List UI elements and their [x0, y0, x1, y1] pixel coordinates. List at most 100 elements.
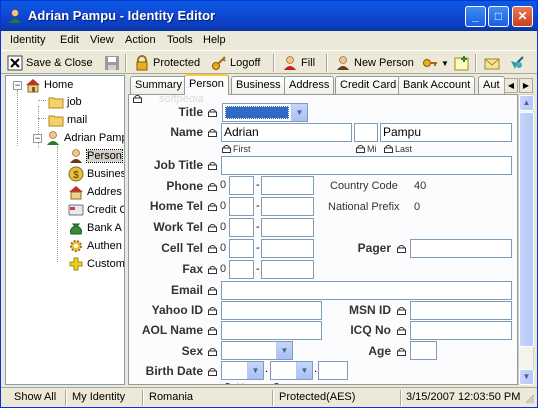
icq-no-field[interactable]	[410, 321, 512, 340]
tab-business[interactable]: Business	[231, 76, 286, 94]
yahoo-id-field[interactable]	[221, 301, 322, 320]
age-field[interactable]	[410, 341, 437, 360]
menu-action[interactable]: Action	[125, 34, 156, 46]
add-folder-button[interactable]	[451, 53, 473, 73]
scroll-thumb[interactable]	[519, 112, 534, 347]
tab-address[interactable]: Address	[284, 76, 335, 94]
lock-icon[interactable]	[208, 162, 217, 170]
first-name-field[interactable]: Adrian	[221, 123, 352, 142]
phone-area-field[interactable]	[229, 176, 254, 195]
birth-year-field[interactable]	[318, 361, 348, 380]
tab-authentication[interactable]: Aut	[478, 76, 505, 94]
lock-icon[interactable]	[397, 348, 406, 356]
tree-node-mail[interactable]: mail	[48, 112, 87, 128]
menu-tools[interactable]: Tools	[167, 34, 193, 46]
lock-icon[interactable]	[208, 183, 217, 191]
lock-icon[interactable]	[222, 145, 231, 153]
lock-icon[interactable]	[384, 145, 393, 153]
close-button[interactable]: ✕	[512, 6, 533, 27]
tree-node-credit-card[interactable]: Credit C	[68, 202, 124, 218]
last-name-field[interactable]: Pampu	[380, 123, 512, 142]
email-field[interactable]	[221, 281, 512, 300]
lock-icon[interactable]	[208, 327, 217, 335]
aol-name-field[interactable]	[221, 321, 322, 340]
scroll-down-button[interactable]: ▼	[519, 369, 534, 385]
menu-edit[interactable]: Edit	[60, 34, 79, 46]
collapse-toggle[interactable]: −	[33, 133, 42, 143]
tree-node-person[interactable]: Person	[68, 148, 123, 164]
lock-icon[interactable]	[208, 368, 217, 376]
lock-icon[interactable]	[208, 129, 217, 137]
lock-icon[interactable]	[208, 348, 217, 356]
lock-icon[interactable]	[397, 327, 406, 335]
vertical-scrollbar[interactable]: ▲ ▼	[518, 94, 534, 385]
pager-field[interactable]	[410, 239, 512, 258]
menu-view[interactable]: View	[90, 34, 114, 46]
tree-node-bank-account[interactable]: Bank A	[68, 220, 122, 236]
phone-number-field[interactable]	[261, 176, 314, 195]
scroll-up-button[interactable]: ▲	[519, 95, 534, 111]
title-bar[interactable]: Adrian Pampu - Identity Editor _ □ ✕	[1, 1, 537, 31]
home-tel-number-field[interactable]	[261, 197, 314, 216]
maximize-button[interactable]: □	[488, 6, 509, 27]
tab-summary[interactable]: Summary	[130, 76, 188, 94]
protected-button[interactable]: Protected	[131, 53, 203, 73]
cell-tel-area-field[interactable]	[229, 239, 254, 258]
lock-icon[interactable]	[356, 145, 365, 153]
tab-bank-account[interactable]: Bank Account	[398, 76, 476, 94]
title-select[interactable]: ▼	[222, 103, 308, 122]
lock-icon[interactable]	[208, 224, 217, 232]
menu-identity[interactable]: Identity	[10, 34, 45, 46]
cell-tel-number-field[interactable]	[261, 239, 314, 258]
fill-button[interactable]: Fill	[279, 53, 318, 73]
save-close-button[interactable]: Save & Close	[4, 53, 96, 73]
tree-node-custom[interactable]: Custom	[68, 256, 124, 272]
birth-day-select[interactable]: ▼	[221, 361, 264, 380]
msn-id-field[interactable]	[410, 301, 512, 320]
lock-icon[interactable]	[208, 307, 217, 315]
show-all-status[interactable]: Show All	[14, 391, 56, 406]
resize-grip-icon[interactable]	[525, 394, 535, 404]
mail-button[interactable]	[481, 53, 503, 73]
logoff-button[interactable]: Logoff	[208, 53, 263, 73]
job-title-field[interactable]	[221, 156, 512, 175]
middle-initial-field[interactable]	[354, 123, 378, 142]
tree-node-job[interactable]: job	[48, 94, 82, 110]
minimize-button[interactable]: _	[465, 6, 486, 27]
tab-scroll-right-button[interactable]: ▶	[519, 78, 533, 93]
pin-button[interactable]	[506, 53, 528, 73]
menu-help[interactable]: Help	[203, 34, 226, 46]
tab-credit-card[interactable]: Credit Card	[335, 76, 402, 94]
birth-month-select[interactable]: ▼	[270, 361, 313, 380]
chevron-down-icon[interactable]: ▼	[296, 362, 312, 379]
tree-node-home[interactable]: − Home	[13, 77, 73, 93]
tree-node-address[interactable]: Addres	[68, 184, 122, 200]
lock-icon[interactable]	[208, 109, 217, 117]
chevron-down-icon[interactable]: ▼	[291, 104, 307, 121]
chevron-down-icon[interactable]: ▼	[247, 362, 263, 379]
fax-area-field[interactable]	[229, 260, 254, 279]
tree-node-person-group[interactable]: − Adrian Pamp	[33, 130, 124, 146]
lock-icon[interactable]	[223, 383, 232, 385]
tree-node-business[interactable]: $ Busines	[68, 166, 124, 182]
home-tel-area-field[interactable]	[229, 197, 254, 216]
lock-icon[interactable]	[208, 245, 217, 253]
sex-select[interactable]: ▼	[221, 341, 293, 360]
lock-icon[interactable]	[208, 266, 217, 274]
lock-icon[interactable]	[208, 203, 217, 211]
work-tel-number-field[interactable]	[261, 218, 314, 237]
tree-node-authentication[interactable]: Authen	[68, 238, 122, 254]
lock-icon[interactable]	[208, 287, 217, 295]
chevron-down-icon[interactable]: ▼	[276, 342, 292, 359]
save-button[interactable]	[101, 53, 123, 73]
keys-dropdown-button[interactable]: ▼	[419, 53, 452, 73]
lock-icon[interactable]	[397, 245, 406, 253]
lock-icon[interactable]	[272, 383, 281, 385]
new-person-button[interactable]: New Person	[332, 53, 417, 73]
collapse-toggle[interactable]: −	[13, 80, 22, 90]
work-tel-area-field[interactable]	[229, 218, 254, 237]
identity-tree[interactable]: − Home job mail − Adrian Pamp Person $ B…	[5, 75, 125, 385]
fax-number-field[interactable]	[261, 260, 314, 279]
tab-person[interactable]: Person	[184, 74, 229, 95]
lock-icon[interactable]	[397, 307, 406, 315]
